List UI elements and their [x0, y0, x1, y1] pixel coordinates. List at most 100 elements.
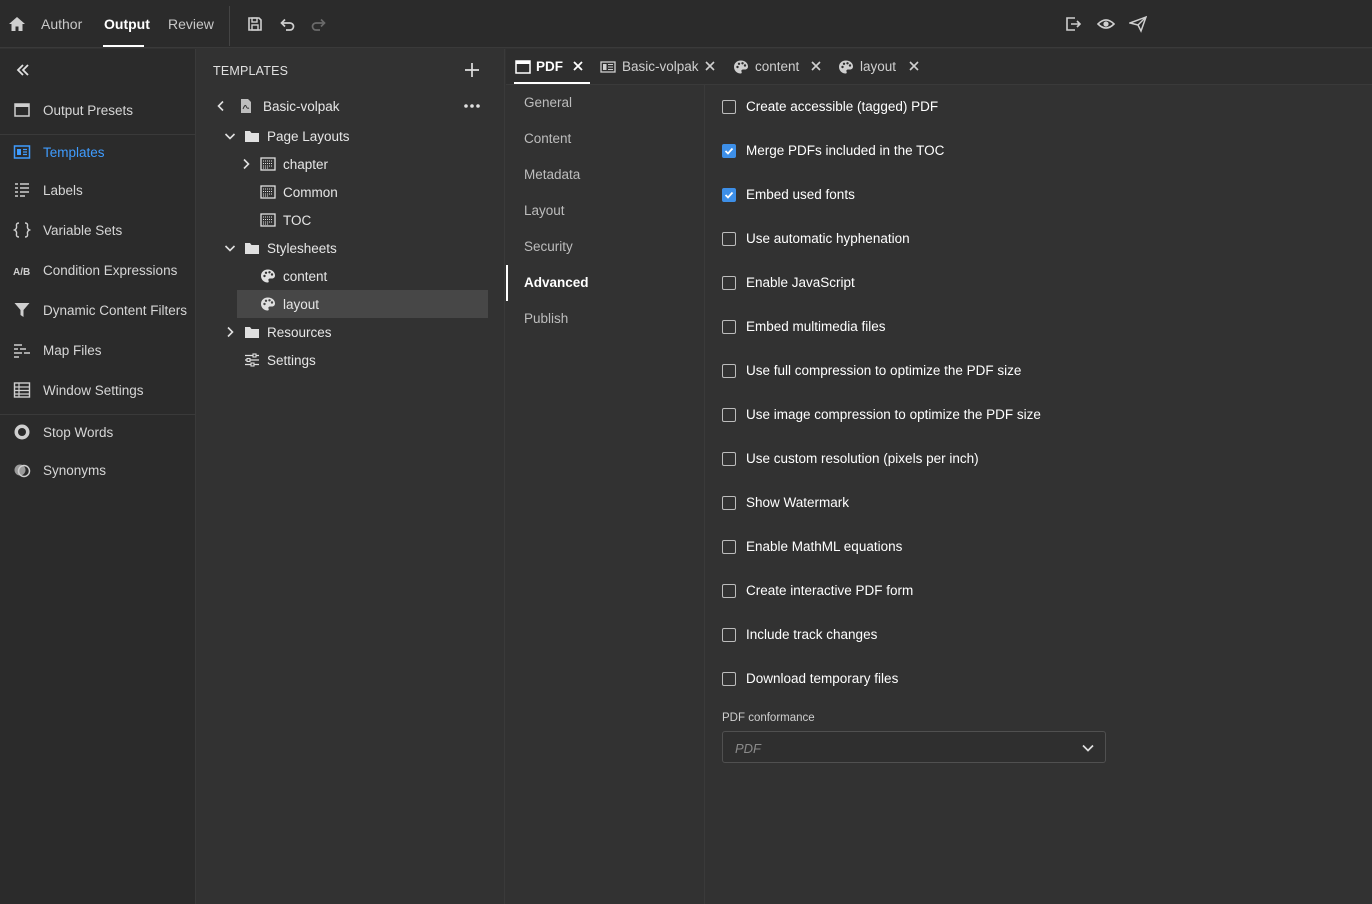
category-content[interactable]: Content: [506, 121, 705, 157]
nav-labels[interactable]: Labels: [0, 171, 196, 209]
nav-output-presets[interactable]: Output Presets: [0, 91, 196, 129]
option-custom-resolution[interactable]: Use custom resolution (pixels per inch): [722, 447, 1322, 471]
tab-layout[interactable]: layout: [838, 49, 928, 85]
tree-item-content[interactable]: content: [197, 262, 505, 290]
top-bar: Author Output Review: [0, 0, 1372, 48]
option-full-compression[interactable]: Use full compression to optimize the PDF…: [722, 359, 1322, 383]
category-security[interactable]: Security: [506, 229, 705, 265]
tree-label: Stylesheets: [267, 241, 337, 256]
nav-templates[interactable]: Templates: [0, 133, 196, 171]
tab-output[interactable]: Output: [104, 16, 150, 32]
tree-item-basic-volpak[interactable]: Basic-volpak: [197, 92, 505, 120]
checkbox[interactable]: [722, 584, 736, 598]
close-icon[interactable]: [704, 60, 716, 72]
tree-item-page-layouts[interactable]: Page Layouts: [197, 122, 505, 150]
map-files-icon: [13, 341, 31, 359]
category-label: General: [524, 95, 573, 110]
palette-icon: [838, 59, 854, 75]
category-advanced[interactable]: Advanced: [506, 265, 705, 301]
tree-item-chapter[interactable]: chapter: [197, 150, 505, 178]
nav-synonyms[interactable]: Synonyms: [0, 451, 196, 489]
tree-item-stylesheets[interactable]: Stylesheets: [197, 234, 505, 262]
chevron-right-icon[interactable]: [224, 326, 236, 338]
option-mathml[interactable]: Enable MathML equations: [722, 535, 1322, 559]
pdf-conformance-select[interactable]: PDF: [722, 731, 1106, 763]
nav-stop-words[interactable]: Stop Words: [0, 413, 196, 451]
tab-basic-volpak[interactable]: Basic-volpak: [600, 49, 722, 85]
active-tab-underline: [103, 45, 144, 47]
tab-content[interactable]: content: [733, 49, 825, 85]
save-icon[interactable]: [246, 15, 264, 33]
tab-author[interactable]: Author: [41, 16, 82, 32]
nav-variable-sets[interactable]: Variable Sets: [0, 211, 196, 249]
chevron-down-icon[interactable]: [224, 130, 236, 142]
nav-window-settings[interactable]: Window Settings: [0, 371, 196, 409]
option-embed-multimedia[interactable]: Embed multimedia files: [722, 315, 1322, 339]
tree-item-toc[interactable]: TOC: [197, 206, 505, 234]
more-options-icon[interactable]: [463, 101, 481, 111]
option-enable-javascript[interactable]: Enable JavaScript: [722, 271, 1322, 295]
checkbox[interactable]: [722, 100, 736, 114]
option-automatic-hyphenation[interactable]: Use automatic hyphenation: [722, 227, 1322, 251]
category-label: Advanced: [524, 275, 589, 290]
close-icon[interactable]: [572, 60, 584, 72]
option-download-temp-files[interactable]: Download temporary files: [722, 667, 1322, 691]
checkbox-checked[interactable]: [722, 188, 736, 202]
tree-item-layout[interactable]: layout: [237, 290, 488, 318]
option-track-changes[interactable]: Include track changes: [722, 623, 1322, 647]
checkbox[interactable]: [722, 628, 736, 642]
option-image-compression[interactable]: Use image compression to optimize the PD…: [722, 403, 1322, 427]
close-icon[interactable]: [810, 60, 822, 72]
tab-pdf[interactable]: PDF: [514, 49, 594, 85]
redo-icon[interactable]: [310, 15, 328, 33]
checkbox[interactable]: [722, 276, 736, 290]
active-tab-underline: [514, 82, 590, 84]
checkbox-checked[interactable]: [722, 144, 736, 158]
checkbox[interactable]: [722, 408, 736, 422]
advanced-options: Create accessible (tagged) PDF Merge PDF…: [706, 85, 1372, 904]
category-metadata[interactable]: Metadata: [506, 157, 705, 193]
nav-dynamic-content-filters[interactable]: Dynamic Content Filters: [0, 291, 196, 329]
option-label: Embed multimedia files: [746, 319, 886, 334]
option-interactive-form[interactable]: Create interactive PDF form: [722, 579, 1322, 603]
nav-map-files[interactable]: Map Files: [0, 331, 196, 369]
checkbox[interactable]: [722, 540, 736, 554]
close-icon[interactable]: [908, 60, 920, 72]
option-label: Use automatic hyphenation: [746, 231, 910, 246]
publish-send-icon[interactable]: [1129, 15, 1147, 33]
category-publish[interactable]: Publish: [506, 301, 705, 337]
tree-item-settings[interactable]: Settings: [197, 346, 505, 374]
nav-label: Condition Expressions: [43, 263, 178, 278]
export-icon[interactable]: [1064, 15, 1082, 33]
nav-condition-expressions[interactable]: A/B Condition Expressions: [0, 251, 196, 289]
option-embed-used-fonts[interactable]: Embed used fonts: [722, 183, 1322, 207]
category-layout[interactable]: Layout: [506, 193, 705, 229]
preview-eye-icon[interactable]: [1097, 15, 1115, 33]
output-presets-icon: [13, 101, 31, 119]
checkbox[interactable]: [722, 672, 736, 686]
page-layout-icon: [260, 184, 276, 200]
option-create-accessible-pdf[interactable]: Create accessible (tagged) PDF: [722, 95, 1322, 119]
tab-review[interactable]: Review: [168, 16, 214, 32]
checkbox[interactable]: [722, 320, 736, 334]
undo-icon[interactable]: [278, 15, 296, 33]
chevron-down-icon[interactable]: [224, 242, 236, 254]
category-general[interactable]: General: [506, 85, 705, 121]
checkbox[interactable]: [722, 452, 736, 466]
checkbox[interactable]: [722, 364, 736, 378]
tree-item-resources[interactable]: Resources: [197, 318, 505, 346]
category-label: Metadata: [524, 167, 581, 182]
chevron-left-icon[interactable]: [215, 100, 227, 112]
home-icon[interactable]: [8, 15, 26, 33]
tree-item-common[interactable]: Common: [197, 178, 505, 206]
checkbox[interactable]: [722, 232, 736, 246]
page-layout-icon: [260, 212, 276, 228]
collapse-sidebar-icon[interactable]: [14, 61, 32, 79]
option-merge-pdfs[interactable]: Merge PDFs included in the TOC: [722, 139, 1322, 163]
add-icon[interactable]: [463, 61, 481, 79]
option-show-watermark[interactable]: Show Watermark: [722, 491, 1322, 515]
checkbox[interactable]: [722, 496, 736, 510]
chevron-right-icon[interactable]: [240, 158, 252, 170]
tree-label: layout: [283, 297, 320, 312]
option-label: Use image compression to optimize the PD…: [746, 407, 1041, 422]
